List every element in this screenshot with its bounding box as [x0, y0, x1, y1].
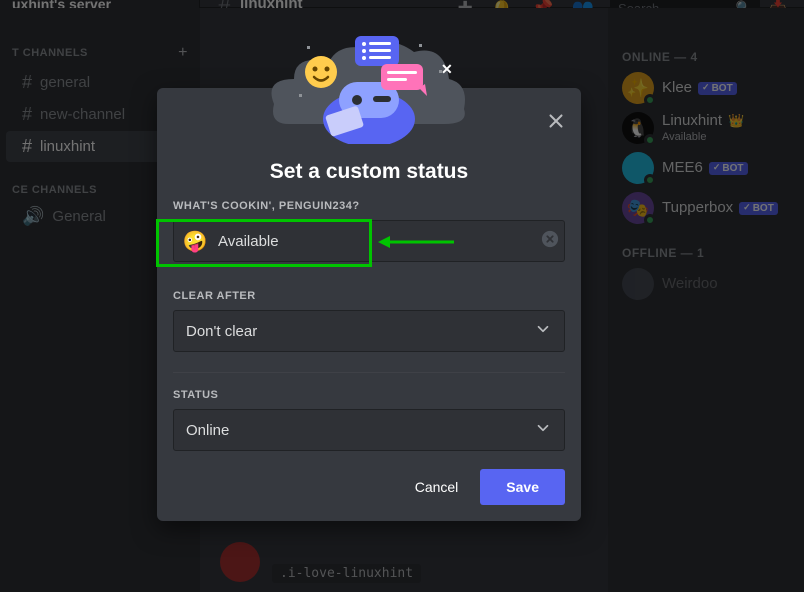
chevron-down-icon: [534, 320, 552, 342]
modal-footer: Cancel Save: [157, 459, 581, 505]
svg-text:✕: ✕: [441, 61, 453, 77]
status-emoji: 🤪: [183, 229, 208, 254]
status-text-input[interactable]: [216, 221, 536, 261]
modal-illustration: ✕: [269, 24, 469, 144]
divider: [173, 372, 565, 373]
status-select-value: Online: [186, 422, 229, 439]
clear-after-value: Don't clear: [186, 323, 257, 340]
status-emoji-picker[interactable]: 🤪: [174, 220, 216, 262]
clear-status-icon[interactable]: [536, 230, 564, 253]
status-select[interactable]: Online: [173, 409, 565, 451]
status-label: STATUS: [173, 389, 565, 401]
save-button[interactable]: Save: [480, 469, 565, 505]
status-input-row: 🤪: [173, 220, 565, 262]
custom-status-modal: ✕ Set a custom status WHAT'S COOKIN', PE…: [157, 88, 581, 521]
cancel-button[interactable]: Cancel: [397, 469, 477, 505]
status-prompt-label: WHAT'S COOKIN', PENGUIN234?: [173, 200, 565, 212]
clear-after-label: CLEAR AFTER: [173, 290, 565, 302]
close-button[interactable]: [545, 110, 567, 137]
chevron-down-icon: [534, 419, 552, 441]
clear-after-select[interactable]: Don't clear: [173, 310, 565, 352]
modal-title: Set a custom status: [157, 160, 581, 184]
